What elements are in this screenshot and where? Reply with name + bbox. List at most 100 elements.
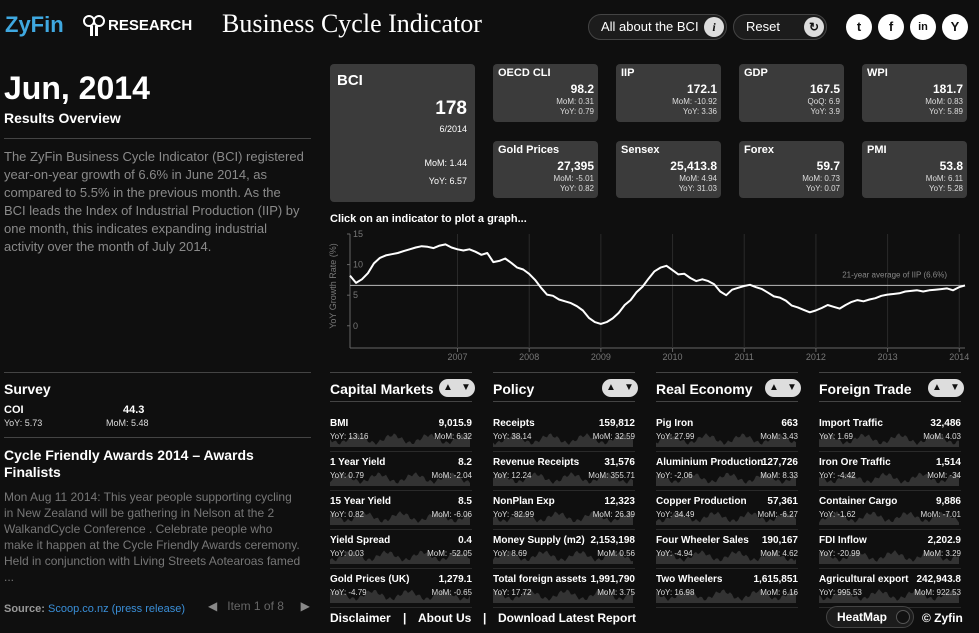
indicator-tile[interactable]: IIP 172.1 MoM: -10.92 YoY: 3.36 [616,64,721,122]
indicator-mom: MoM: 3.29 [923,549,961,558]
tile-change: MoM: 0.83 [925,97,963,106]
download-report-link[interactable]: Download Latest Report [498,611,636,625]
indicator-name[interactable]: Receipts [493,418,535,429]
tile-name: Forex [744,144,774,156]
indicator-mom: MoM: 32.59 [592,432,635,441]
tile-value: 27,395 [557,159,594,173]
tile-yoy: YoY: 3.9 [810,107,840,116]
indicator-tile[interactable]: GDP 167.5 QoQ: 6.9 YoY: 3.9 [739,64,844,122]
indicator-tile[interactable]: Sensex 25,413.8 MoM: 4.94 YoY: 31.03 [616,141,721,198]
indicator-value: 2,153,198 [590,535,636,546]
zyfin-logo[interactable]: ZyFin RESEARCH [5,12,195,44]
sort-arrows[interactable]: ▲ ▼ [928,379,964,397]
divider [330,607,472,608]
heatmap-toggle[interactable]: HeatMap [826,606,914,628]
indicator-name[interactable]: BMI [330,418,348,429]
sort-up-icon[interactable]: ▲ [439,380,457,396]
divider [819,372,961,373]
indicator-yoy: YoY: 8.69 [493,549,527,558]
survey-heading: Survey [4,381,51,397]
linkedin-icon[interactable]: in [910,14,936,40]
sort-arrows[interactable]: ▲ ▼ [602,379,638,397]
tile-change: MoM: 0.73 [802,174,840,183]
reset-button[interactable]: Reset ↻ [733,14,827,40]
sort-up-icon[interactable]: ▲ [602,380,620,396]
growth-chart[interactable]: 15 10 5 0 2007 2008 2009 2010 2011 2012 2013 2014 Yo… [325,226,973,363]
indicator-name[interactable]: 15 Year Yield [330,496,391,507]
indicator-value: 9,886 [935,496,961,507]
indicator-value: 8.2 [458,457,472,468]
twitter-icon[interactable]: t [846,14,872,40]
indicator-mom: MoM: -6.06 [431,510,472,519]
divider [493,451,635,452]
tile-name: WPI [867,67,888,79]
sort-down-icon[interactable]: ▼ [457,380,475,396]
tile-change: MoM: 4.94 [679,174,717,183]
prev-arrow-icon[interactable]: ◀ [208,599,217,613]
tile-value: 98.2 [570,82,594,96]
disclaimer-link[interactable]: Disclaimer [330,611,391,625]
indicator-name[interactable]: Yield Spread [330,535,390,546]
tile-yoy: YoY: 0.79 [560,107,594,116]
pager-label: Item 1 of 8 [227,599,284,613]
bci-yoy: YoY: 6.57 [428,176,467,186]
tile-change: MoM: -5.01 [553,174,594,183]
divider [330,568,472,569]
indicator-name[interactable]: 1 Year Yield [330,457,385,468]
tile-yoy: YoY: 0.07 [806,184,840,193]
indicator-tile[interactable]: WPI 181.7 MoM: 0.83 YoY: 5.89 [862,64,967,122]
tile-value: 59.7 [816,159,840,173]
divider [819,451,961,452]
divider [330,529,472,530]
sort-down-icon[interactable]: ▼ [946,380,964,396]
yahoo-icon[interactable]: Y [942,14,968,40]
tile-yoy: YoY: 3.36 [683,107,717,116]
divider [656,529,798,530]
facebook-icon[interactable]: f [878,14,904,40]
indicator-tile[interactable]: OECD CLI 98.2 MoM: 0.31 YoY: 0.79 [493,64,598,122]
bci-tile[interactable]: BCI 178 6/2014 MoM: 1.44 YoY: 6.57 [330,64,475,202]
tile-name: GDP [744,67,768,79]
sort-down-icon[interactable]: ▼ [783,380,801,396]
indicator-mom: MoM: -34 [927,471,961,480]
sort-down-icon[interactable]: ▼ [620,380,638,396]
indicator-value: 1,279.1 [438,574,472,585]
indicator-value: 12,323 [604,496,635,507]
indicator-mom: MoM: 922.53 [914,588,961,597]
indicator-name[interactable]: Pig Iron [656,418,693,429]
tile-name: OECD CLI [498,67,551,79]
tile-name: Sensex [621,144,660,156]
next-arrow-icon[interactable]: ▶ [301,599,310,613]
indicator-tile[interactable]: Gold Prices 27,395 MoM: -5.01 YoY: 0.82 [493,141,598,198]
survey-coi-name[interactable]: COI [4,404,24,416]
divider [4,138,311,139]
indicator-yoy: YoY: -2.06 [656,471,693,480]
sort-up-icon[interactable]: ▲ [765,380,783,396]
divider [819,529,961,530]
logo-text-zyfin: ZyFin [5,12,64,37]
indicator-name[interactable]: NonPlan Exp [493,496,555,507]
indicator-name[interactable]: Import Traffic [819,418,883,429]
sort-arrows[interactable]: ▲ ▼ [439,379,475,397]
y-tick-label: 0 [353,321,358,331]
divider [4,437,311,438]
about-bci-button[interactable]: All about the BCI i [588,14,727,40]
sort-up-icon[interactable]: ▲ [928,380,946,396]
indicator-name[interactable]: FDI Inflow [819,535,867,546]
indicator-yoy: YoY: 34.49 [656,510,695,519]
indicator-tile[interactable]: PMI 53.8 MoM: 6.11 YoY: 5.28 [862,141,967,198]
indicator-value: 32,486 [930,418,961,429]
about-us-link[interactable]: About Us [418,611,471,625]
indicator-name[interactable]: Two Wheelers [656,574,723,585]
sort-arrows[interactable]: ▲ ▼ [765,379,801,397]
source-link[interactable]: Scoop.co.nz (press release) [48,603,185,615]
indicator-yoy: YoY: 27.99 [656,432,695,441]
bci-period: 6/2014 [439,124,467,134]
info-icon: i [704,17,724,37]
indicator-yoy: YoY: -4.79 [330,588,367,597]
news-headline[interactable]: Cycle Friendly Awards 2014 – Awards Fina… [4,447,304,481]
bci-value: 178 [435,98,467,119]
bci-name: BCI [337,72,363,89]
indicator-tile[interactable]: Forex 59.7 MoM: 0.73 YoY: 0.07 [739,141,844,198]
tile-value: 53.8 [939,159,963,173]
